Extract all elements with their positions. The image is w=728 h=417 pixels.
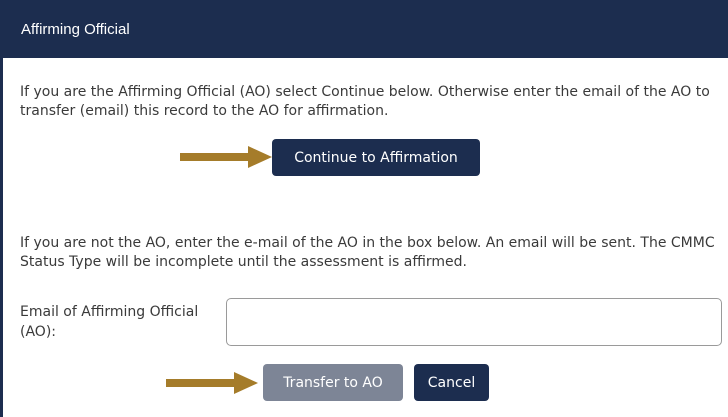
cancel-button[interactable]: Cancel	[414, 364, 489, 401]
dialog-title: Affirming Official	[3, 0, 728, 58]
transfer-to-ao-button[interactable]: Transfer to AO	[263, 364, 403, 401]
transfer-instructions: If you are not the AO, enter the e-mail …	[20, 235, 715, 270]
arrow-right-icon	[166, 372, 258, 394]
email-field-label: Email of Affirming Official (AO):	[20, 304, 199, 340]
affirming-official-dialog: Affirming Official If you are the Affirm…	[0, 0, 728, 417]
ao-email-input[interactable]	[226, 298, 722, 346]
arrow-right-icon	[180, 146, 272, 168]
self-affirm-instructions: If you are the Affirming Official (AO) s…	[20, 84, 710, 119]
continue-to-affirmation-button[interactable]: Continue to Affirmation	[272, 139, 480, 176]
